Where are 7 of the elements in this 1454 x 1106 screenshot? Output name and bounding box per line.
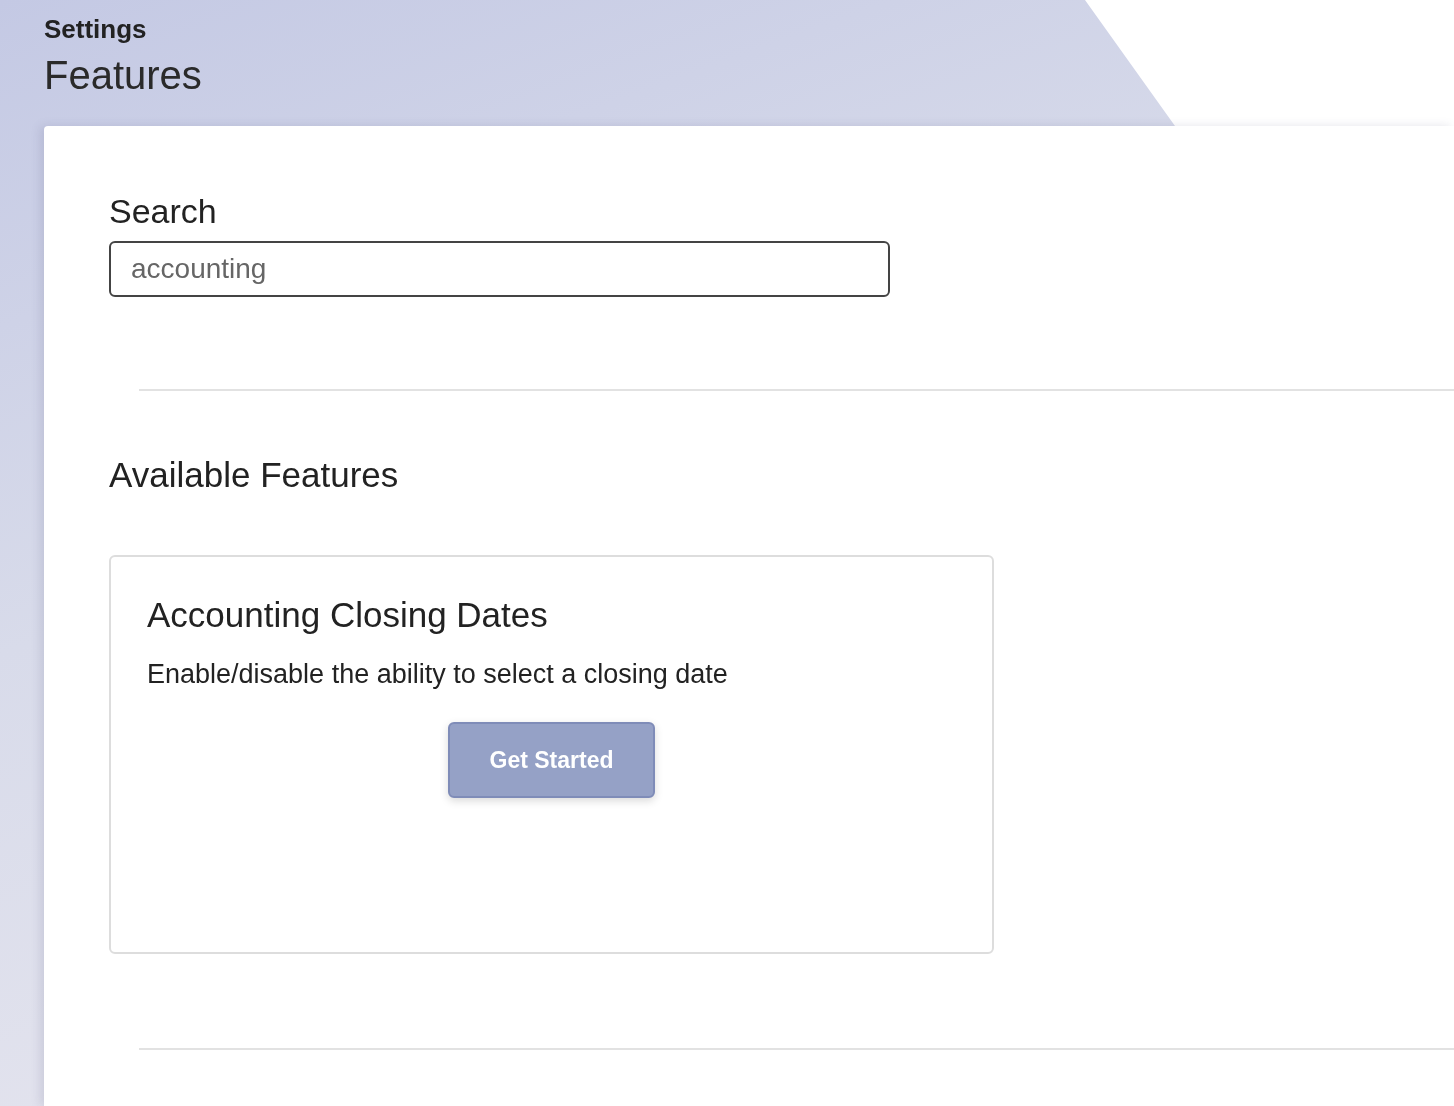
- search-label: Search: [109, 192, 217, 231]
- section-title: Available Features: [109, 455, 399, 495]
- breadcrumb: Settings: [44, 14, 147, 45]
- feature-title: Accounting Closing Dates: [147, 595, 548, 635]
- page-title: Features: [44, 53, 202, 98]
- search-field[interactable]: accounting: [109, 241, 890, 297]
- feature-description: Enable/disable the ability to select a closing date: [147, 659, 728, 690]
